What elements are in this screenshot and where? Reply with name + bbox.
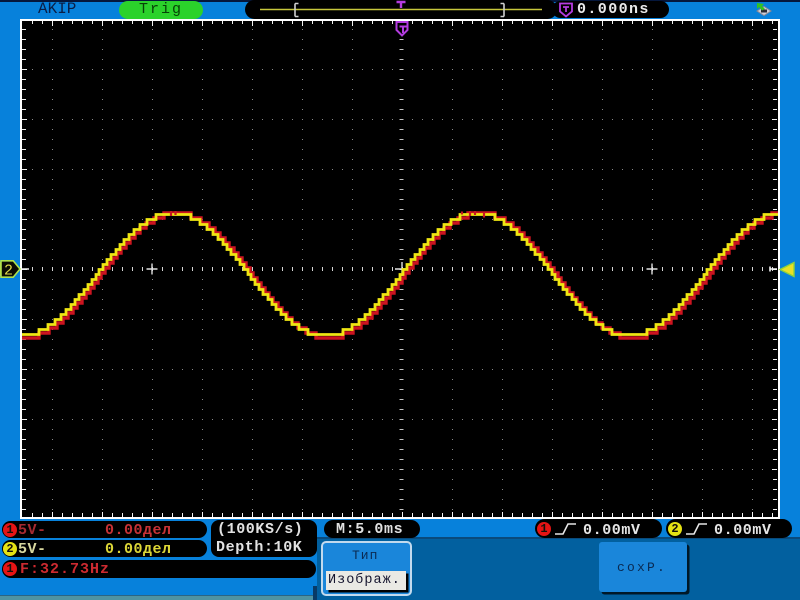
svg-text:2: 2	[4, 263, 13, 280]
